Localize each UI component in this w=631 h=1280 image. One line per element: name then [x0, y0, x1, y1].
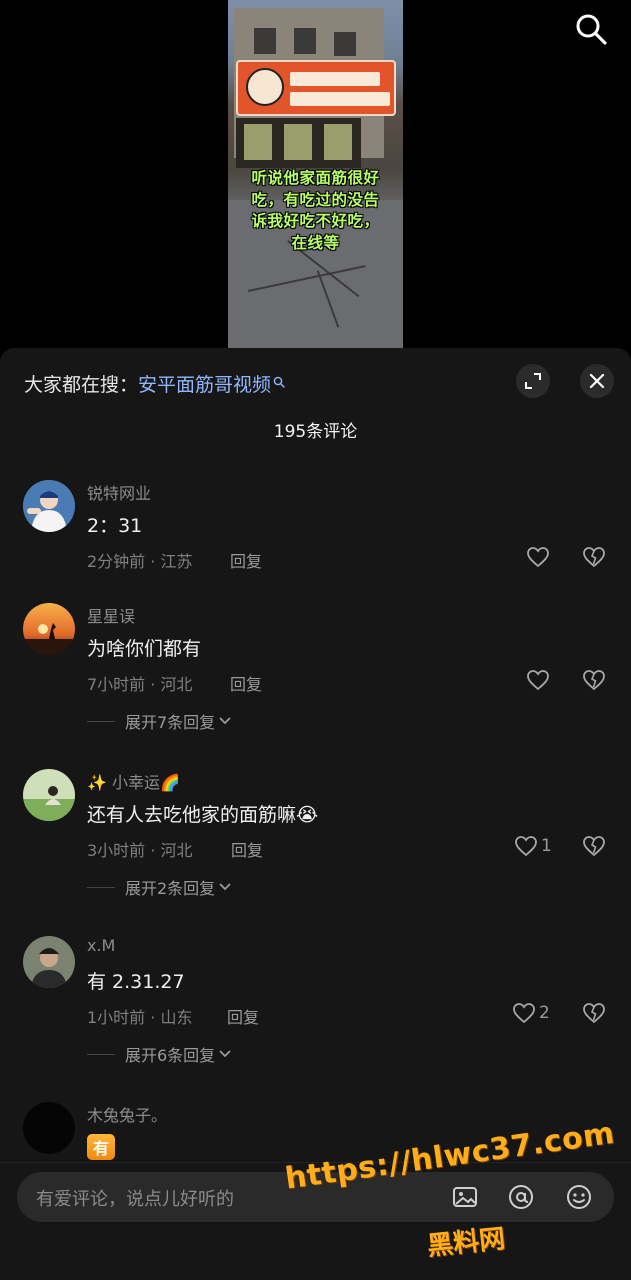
avatar[interactable] [23, 769, 75, 821]
comment-author[interactable]: 木兔兔子。 [87, 1102, 167, 1126]
avatar[interactable] [23, 1102, 75, 1154]
broken-heart-icon [583, 547, 605, 568]
comment-author[interactable]: x.M [87, 936, 115, 955]
comment-text: 有 2.31.27 [87, 971, 185, 993]
like-count: 1 [541, 836, 552, 856]
close-icon [589, 373, 605, 389]
chevron-down-icon [219, 717, 231, 725]
expand-icon [525, 373, 541, 389]
broken-heart-icon [583, 1003, 605, 1024]
video-frame[interactable]: 听说他家面筋很好 吃，有吃过的没告 诉我好吃不好吃， 在线等 [228, 0, 403, 350]
close-button[interactable] [580, 364, 614, 398]
like-button[interactable]: 2 [512, 1002, 550, 1024]
comment-count: 195条评论 [273, 422, 358, 442]
comment-author[interactable]: 星星误 [87, 603, 135, 627]
dislike-button[interactable] [582, 835, 606, 861]
heart-icon [527, 547, 549, 568]
expand-replies-label: 展开6条回复 [125, 1046, 216, 1065]
like-button[interactable] [526, 546, 553, 568]
dislike-button[interactable] [582, 669, 606, 695]
broken-heart-icon [583, 670, 605, 691]
comment-text: 为啥你们都有 [87, 638, 202, 660]
shop-front [236, 118, 361, 168]
emoji-icon[interactable] [565, 1183, 593, 1211]
comment-time: 3小时前 · 河北 [87, 841, 193, 860]
chevron-down-icon [219, 1050, 231, 1058]
search-icon[interactable] [574, 12, 608, 46]
comment-time: 1小时前 · 山东 [87, 1008, 193, 1027]
comment-text: 2：31 [87, 515, 143, 537]
like-button[interactable] [526, 669, 553, 691]
divider-line [87, 720, 115, 722]
comment-author[interactable]: ✨ 小幸运🌈 [87, 769, 180, 793]
expand-replies-button[interactable]: 展开6条回复 [87, 1042, 231, 1066]
like-button[interactable]: 1 [514, 835, 552, 857]
heart-icon [513, 1003, 535, 1024]
like-count: 2 [539, 1003, 550, 1023]
avatar[interactable] [23, 480, 75, 532]
avatar[interactable] [23, 603, 75, 655]
avatar[interactable] [23, 936, 75, 988]
shop-sign [236, 60, 396, 116]
hot-search-prefix: 大家都在搜： [24, 374, 139, 396]
image-icon[interactable] [451, 1183, 479, 1211]
comment-text: 有 [87, 1134, 115, 1160]
comment-author[interactable]: 锐特网业 [87, 480, 151, 504]
comment-time: 2分钟前 · 江苏 [87, 552, 193, 571]
reply-button[interactable]: 回复 [227, 1004, 259, 1028]
expand-button[interactable] [516, 364, 550, 398]
video-player[interactable]: 听说他家面筋很好 吃，有吃过的没告 诉我好吃不好吃， 在线等 [0, 0, 631, 350]
expand-replies-button[interactable]: 展开2条回复 [87, 875, 231, 899]
chevron-down-icon [219, 883, 231, 891]
divider-line [87, 886, 115, 888]
at-icon[interactable] [507, 1183, 535, 1211]
comment-input-placeholder: 有爱评论，说点儿好听的 [36, 1189, 234, 1210]
hot-search-bar[interactable]: 大家都在搜：安平面筋哥视频 [24, 370, 285, 397]
expand-replies-label: 展开7条回复 [125, 713, 216, 732]
video-caption: 听说他家面筋很好 吃，有吃过的没告 诉我好吃不好吃， 在线等 [251, 169, 380, 252]
heart-icon [527, 670, 549, 691]
reply-button[interactable]: 回复 [230, 671, 262, 695]
expand-replies-button[interactable]: 展开7条回复 [87, 709, 231, 733]
expand-replies-label: 展开2条回复 [125, 879, 216, 898]
broken-heart-icon [583, 836, 605, 857]
search-icon [273, 371, 285, 393]
hot-search-keyword[interactable]: 安平面筋哥视频 [138, 374, 271, 396]
reply-button[interactable]: 回复 [231, 837, 263, 861]
reply-button[interactable]: 回复 [230, 548, 262, 572]
divider-line [87, 1053, 115, 1055]
dislike-button[interactable] [582, 1002, 606, 1028]
heart-icon [515, 836, 537, 857]
comment-text: 还有人去吃他家的面筋嘛😭 [87, 804, 319, 826]
dislike-button[interactable] [582, 546, 606, 572]
comment-time: 7小时前 · 河北 [87, 675, 193, 694]
